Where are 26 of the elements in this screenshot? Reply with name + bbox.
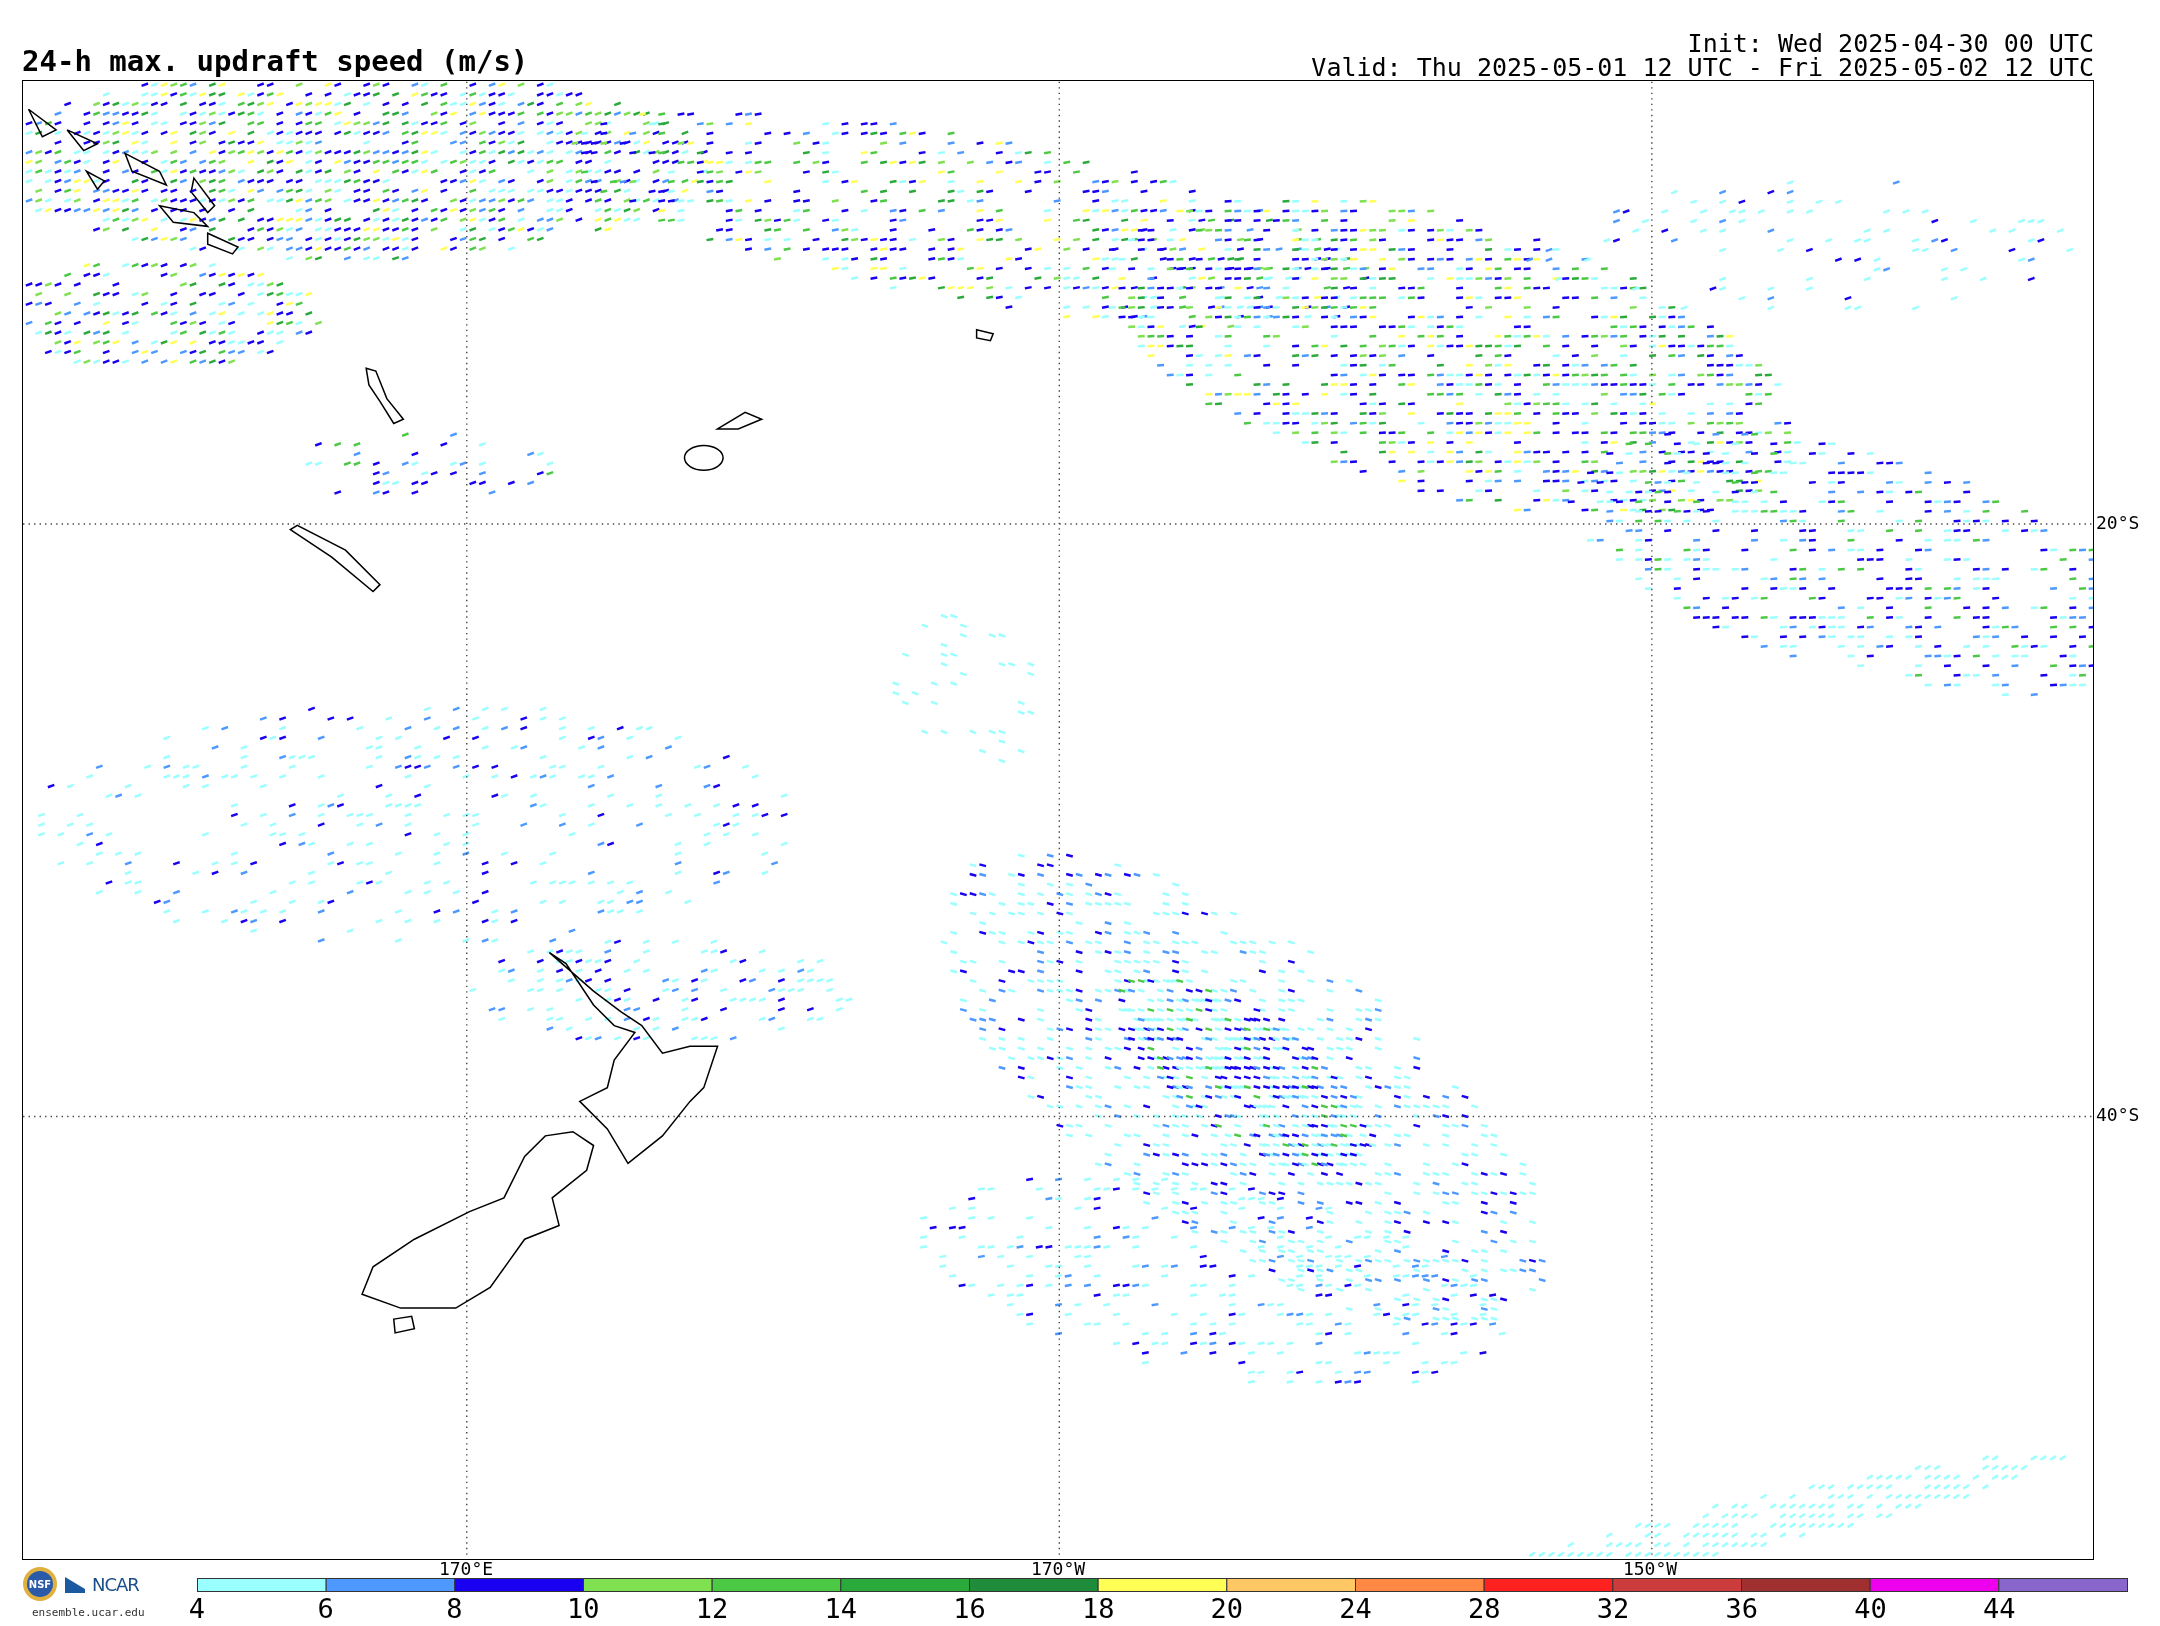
longitude-label: 150°W — [1622, 1561, 1678, 1577]
valid-period: Valid: Thu 2025-05-01 12 UTC - Fri 2025-05-02 12 UTC — [1311, 56, 2094, 80]
chart-title: 24-h max. updraft speed (m/s) — [22, 44, 529, 78]
longitude-label: 170°E — [438, 1561, 494, 1577]
latitude-label: 40°S — [2096, 1106, 2140, 1124]
longitude-label: 170°W — [1030, 1561, 1086, 1577]
colorbar-tick-label: 16 — [953, 1594, 986, 1624]
colorbar-tick-label: 6 — [317, 1594, 334, 1624]
colorbar-tick-label: 12 — [695, 1594, 729, 1624]
colorbar-tick-label: 20 — [1210, 1594, 1244, 1624]
latitude-label: 20°S — [2096, 514, 2140, 532]
colorbar-tick-label: 24 — [1339, 1594, 1372, 1624]
colorbar-tick-label: 32 — [1596, 1594, 1630, 1624]
colorbar-tick-label: 14 — [824, 1594, 857, 1624]
colorbar-tick-label: 36 — [1725, 1594, 1759, 1624]
colorbar-tick-label: 28 — [1468, 1594, 1501, 1624]
colorbar-tick-label: 18 — [1081, 1594, 1115, 1624]
colorbar-tick-label: 8 — [446, 1594, 463, 1624]
colorbar-tick-label: 4 — [188, 1594, 206, 1624]
colorbar-tick-label: 44 — [1983, 1594, 2016, 1624]
ncar-logo-text: NCAR — [92, 1573, 139, 1595]
colorbar-tick-label: 40 — [1854, 1594, 1887, 1624]
colorbar-tick-label: 10 — [566, 1594, 600, 1624]
init-time: Init: Wed 2025-04-30 00 UTC — [1687, 32, 2094, 56]
nsf-logo: NSF — [22, 1566, 58, 1602]
website-address: ensemble.ucar.edu — [32, 1606, 145, 1619]
